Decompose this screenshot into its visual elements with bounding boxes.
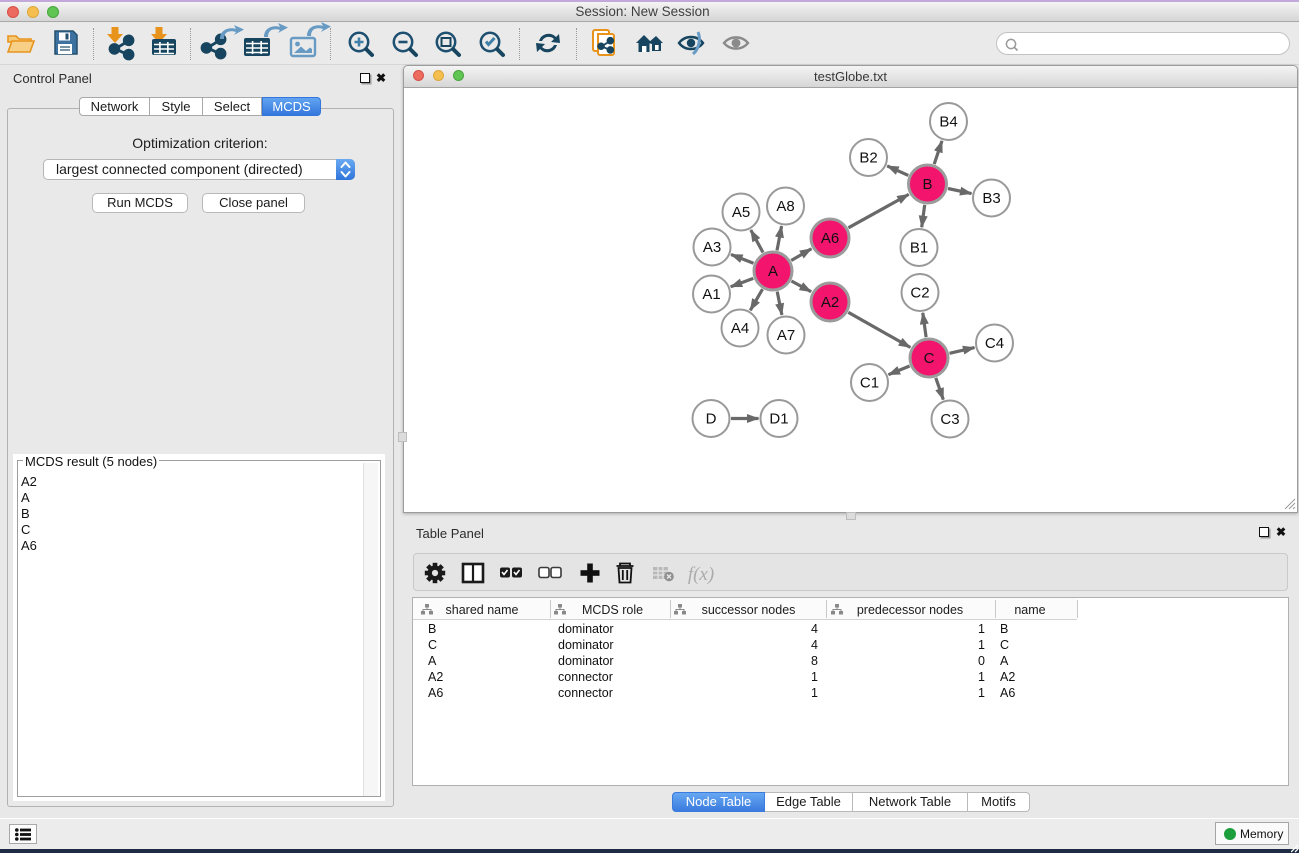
- svg-text:D: D: [706, 411, 717, 428]
- svg-text:B1: B1: [910, 240, 928, 257]
- svg-text:A: A: [768, 263, 778, 280]
- svg-text:C3: C3: [940, 411, 959, 428]
- svg-text:C1: C1: [860, 375, 879, 392]
- svg-text:f(x): f(x): [688, 564, 714, 585]
- svg-text:C: C: [924, 350, 935, 367]
- svg-text:A7: A7: [777, 327, 795, 344]
- svg-text:B4: B4: [939, 114, 957, 131]
- svg-text:A2: A2: [821, 294, 839, 311]
- svg-text:A4: A4: [731, 320, 749, 337]
- svg-text:B: B: [922, 176, 932, 193]
- svg-text:A1: A1: [702, 286, 720, 303]
- svg-text:D1: D1: [769, 411, 788, 428]
- svg-text:C4: C4: [985, 335, 1004, 352]
- svg-text:C2: C2: [910, 285, 929, 302]
- svg-text:A6: A6: [821, 230, 839, 247]
- svg-text:B3: B3: [982, 190, 1000, 207]
- svg-text:B2: B2: [859, 150, 877, 167]
- svg-text:A3: A3: [703, 239, 721, 256]
- svg-text:A5: A5: [732, 204, 750, 221]
- svg-text:A8: A8: [776, 198, 794, 215]
